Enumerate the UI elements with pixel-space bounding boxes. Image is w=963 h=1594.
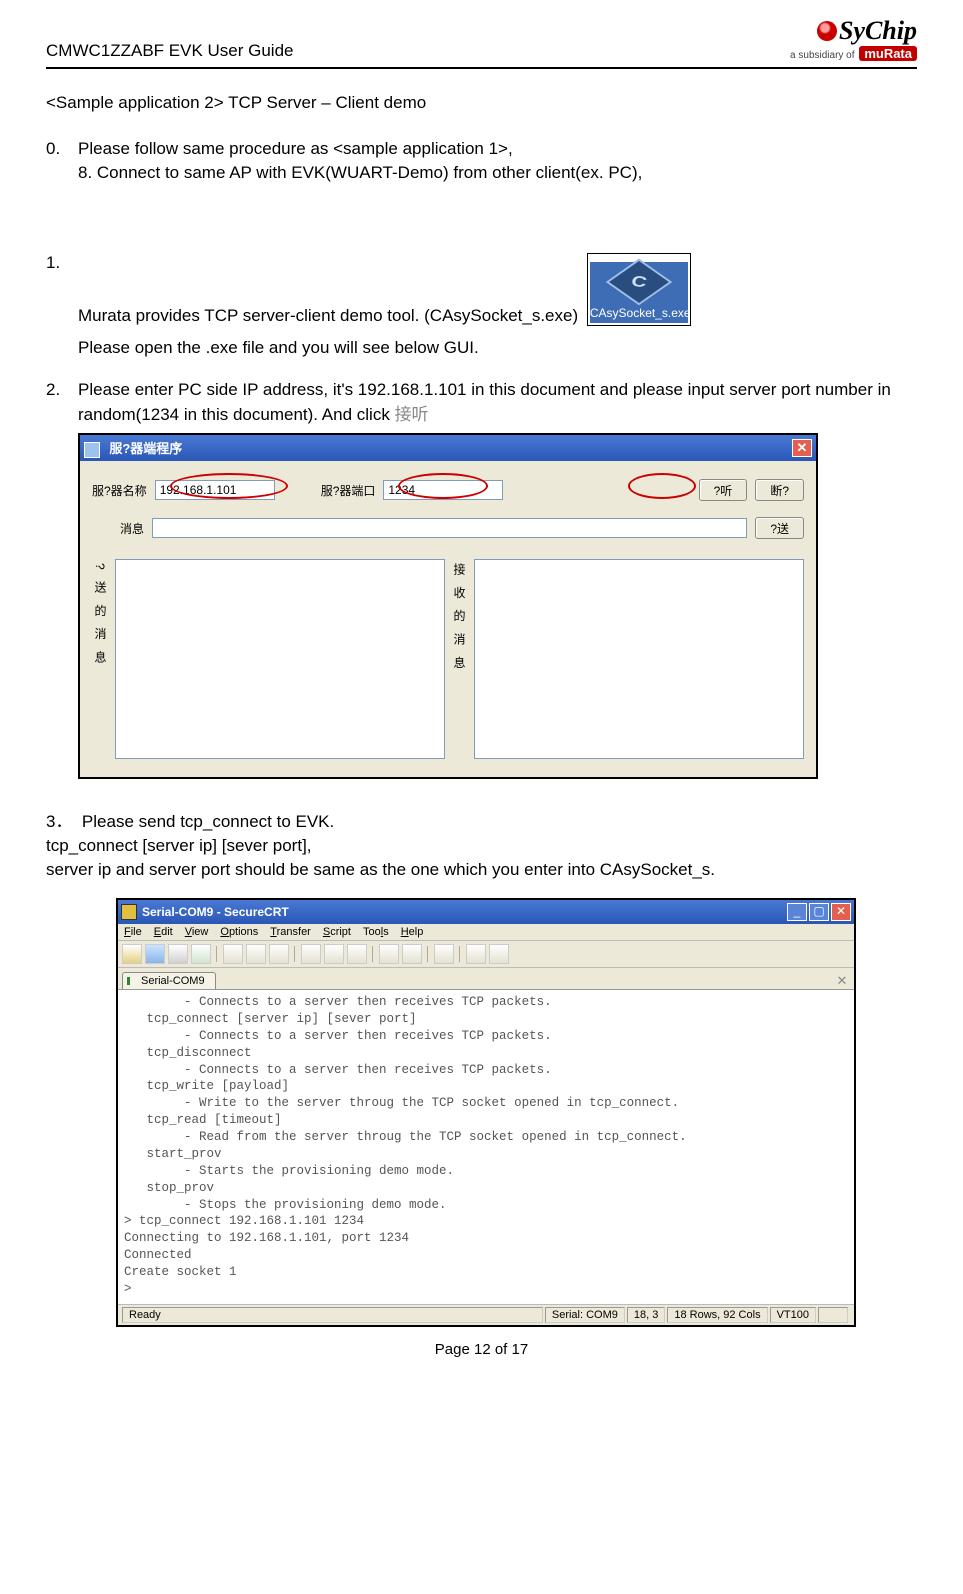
cube-icon <box>606 259 673 306</box>
status-empty <box>818 1307 848 1323</box>
doc-title: CMWC1ZZABF EVK User Guide <box>46 41 294 61</box>
sychip-globe-icon <box>817 21 837 41</box>
menu-options[interactable]: Options <box>220 926 258 938</box>
sent-messages-label: ? 送 的 消 息 <box>92 559 109 759</box>
securecrt-title: Serial-COM9 - SecureCRT <box>142 905 289 919</box>
dialog-app-icon <box>84 442 100 458</box>
toolbar-button[interactable] <box>269 944 289 964</box>
received-messages-box[interactable] <box>474 559 804 759</box>
toolbar-button[interactable] <box>246 944 266 964</box>
terminal-output[interactable]: - Connects to a server then receives TCP… <box>118 990 854 1304</box>
step-3-line2: tcp_connect [server ip] [sever port], <box>46 836 917 856</box>
step-1-line1: Murata provides TCP server-client demo t… <box>78 306 578 325</box>
toolbar-separator <box>370 944 376 964</box>
step-3-line1: Please send tcp_connect to EVK. <box>82 812 334 831</box>
disconnect-button[interactable]: 断? <box>755 479 804 501</box>
minimize-icon[interactable]: _ <box>787 903 807 921</box>
message-input[interactable] <box>152 518 747 538</box>
status-term-type: VT100 <box>770 1307 816 1323</box>
dialog-title: 服?器端程序 <box>109 441 182 456</box>
listen-button[interactable]: ?听 <box>699 479 748 501</box>
toolbar-button[interactable] <box>347 944 367 964</box>
toolbar-button[interactable] <box>466 944 486 964</box>
session-tab[interactable]: Serial-COM9 <box>122 972 216 989</box>
toolbar-button[interactable] <box>191 944 211 964</box>
status-ready: Ready <box>122 1307 543 1323</box>
step-2-chinese-hint: 接听 <box>395 405 429 424</box>
toolbar-separator <box>292 944 298 964</box>
subsidiary-text: a subsidiary of <box>790 50 854 61</box>
toolbar <box>118 941 854 968</box>
message-label: 消息 <box>92 520 144 537</box>
step-0-line2: 8. Connect to same AP with EVK(WUART-Dem… <box>78 163 917 183</box>
securecrt-app-icon <box>121 904 137 920</box>
securecrt-window: Serial-COM9 - SecureCRT _ ▢ ✕ File Edit … <box>116 898 856 1327</box>
toolbar-button[interactable] <box>122 944 142 964</box>
session-tab-label: Serial-COM9 <box>141 975 205 987</box>
toolbar-button[interactable] <box>223 944 243 964</box>
toolbar-button[interactable] <box>489 944 509 964</box>
server-dialog: 服?器端程序 ✕ 服?器名称 服?器端口 ?听 断? 消息 ?送 <box>78 433 818 779</box>
send-button[interactable]: ?送 <box>755 517 804 539</box>
maximize-icon[interactable]: ▢ <box>809 903 829 921</box>
toolbar-separator <box>214 944 220 964</box>
toolbar-button[interactable] <box>434 944 454 964</box>
status-dimensions: 18 Rows, 92 Cols <box>667 1307 767 1323</box>
close-icon[interactable]: ✕ <box>831 903 851 921</box>
sychip-wordmark: SyChip <box>839 16 917 45</box>
status-bar: Ready Serial: COM9 18, 3 18 Rows, 92 Col… <box>118 1304 854 1325</box>
toolbar-button[interactable] <box>379 944 399 964</box>
menu-script[interactable]: Script <box>323 926 351 938</box>
step-3-line3: server ip and server port should be same… <box>46 860 917 880</box>
server-name-input[interactable] <box>155 480 275 500</box>
step-3-number: 3． <box>46 812 72 831</box>
close-icon[interactable]: ✕ <box>792 439 812 457</box>
menu-file[interactable]: File <box>124 926 142 938</box>
menu-help[interactable]: Help <box>401 926 424 938</box>
tab-close-icon[interactable]: ✕ <box>834 973 850 989</box>
toolbar-button[interactable] <box>402 944 422 964</box>
status-serial: Serial: COM9 <box>545 1307 625 1323</box>
step-2-text: Please enter PC side IP address, it's 19… <box>78 380 891 424</box>
toolbar-separator <box>457 944 463 964</box>
toolbar-separator <box>425 944 431 964</box>
menu-bar: File Edit View Options Transfer Script T… <box>118 924 854 941</box>
menu-transfer[interactable]: Transfer <box>270 926 311 938</box>
murata-badge: muRata <box>859 46 917 61</box>
toolbar-button[interactable] <box>301 944 321 964</box>
server-port-input[interactable] <box>383 480 503 500</box>
step-2-number: 2. <box>46 380 78 425</box>
menu-edit[interactable]: Edit <box>154 926 173 938</box>
status-cursor-pos: 18, 3 <box>627 1307 665 1323</box>
step-0-number: 0. <box>46 139 78 183</box>
server-port-label: 服?器端口 <box>321 482 376 499</box>
page-footer: Page 12 of 17 <box>46 1341 917 1358</box>
step-1-line2: Please open the .exe file and you will s… <box>78 338 917 358</box>
menu-tools[interactable]: Tools <box>363 926 389 938</box>
toolbar-button[interactable] <box>145 944 165 964</box>
sent-messages-box[interactable] <box>115 559 445 759</box>
step-1-number: 1. <box>46 253 78 358</box>
server-name-label: 服?器名称 <box>92 482 147 499</box>
exe-icon-thumbnail: CAsySocket_s.exe <box>587 253 691 326</box>
step-0-line1: Please follow same procedure as <sample … <box>78 139 917 159</box>
received-messages-label: 接 收 的 消 息 <box>451 559 468 759</box>
exe-icon-label: CAsySocket_s.exe <box>590 306 688 320</box>
menu-view[interactable]: View <box>185 926 209 938</box>
brand-logo: SyChip a subsidiary of muRata <box>790 18 917 61</box>
toolbar-button[interactable] <box>324 944 344 964</box>
toolbar-button[interactable] <box>168 944 188 964</box>
section-heading: <Sample application 2> TCP Server – Clie… <box>46 93 917 113</box>
